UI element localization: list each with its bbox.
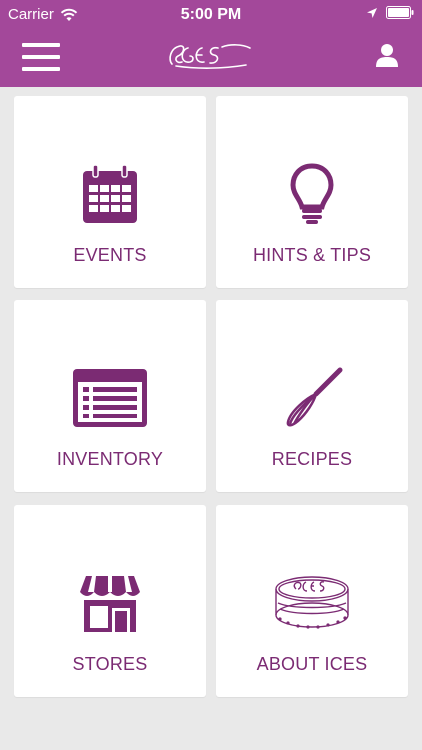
menu-line-icon: [22, 43, 60, 47]
location-arrow-icon: [367, 7, 377, 18]
tile-stores[interactable]: STORES: [14, 505, 206, 697]
tile-label: RECIPES: [271, 449, 353, 469]
menu-line-icon: [22, 67, 60, 71]
ices-logo-mark: [169, 44, 251, 69]
menu-line-icon: [22, 55, 60, 59]
tile-label: INVENTORY: [56, 449, 164, 469]
battery-icon: [386, 6, 414, 19]
tile-recipes[interactable]: RECIPES: [216, 300, 408, 492]
whisk-icon: [272, 358, 352, 438]
profile-button[interactable]: [374, 42, 400, 68]
tile-hints-tips[interactable]: HINTS & TIPS: [216, 96, 408, 288]
list-window-icon: [70, 358, 150, 438]
calendar-icon: [70, 154, 150, 234]
menu-button[interactable]: [22, 43, 60, 73]
status-bar: Carrier 5:00 PM: [0, 0, 422, 30]
cake-logo-icon: [272, 563, 352, 643]
lightbulb-icon: [272, 154, 352, 234]
tile-events[interactable]: EVENTS: [14, 96, 206, 288]
tile-about-ices[interactable]: ABOUT ICES: [216, 505, 408, 697]
tile-label: ABOUT ICES: [256, 654, 368, 674]
tile-label: EVENTS: [73, 245, 147, 265]
status-time: 5:00 PM: [180, 6, 242, 23]
tile-label: STORES: [72, 654, 148, 674]
storefront-icon: [70, 563, 150, 643]
ices-logo: [166, 38, 256, 72]
user-icon: [376, 44, 398, 67]
app-header: Carrier 5:00 PM: [0, 0, 422, 87]
tile-inventory[interactable]: INVENTORY: [14, 300, 206, 492]
status-right: [366, 6, 414, 19]
tile-label: HINTS & TIPS: [252, 245, 372, 265]
nav-bar: [0, 30, 422, 87]
